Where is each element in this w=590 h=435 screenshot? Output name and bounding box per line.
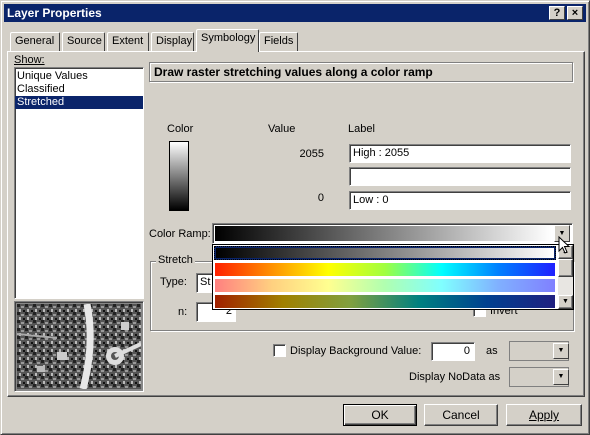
- color-ramp-select[interactable]: ▼: [212, 223, 573, 244]
- show-label: Show:: [14, 54, 45, 66]
- close-button[interactable]: ×: [567, 6, 583, 20]
- show-item-stretched[interactable]: Stretched: [15, 96, 143, 109]
- scroll-thumb[interactable]: [558, 259, 573, 277]
- value-column-header: Value: [268, 123, 296, 135]
- mid-label-field[interactable]: [349, 167, 571, 186]
- ok-button[interactable]: OK: [343, 404, 417, 426]
- scroll-down-icon[interactable]: ▼: [558, 295, 573, 309]
- show-list[interactable]: Unique Values Classified Stretched: [14, 67, 144, 299]
- tab-general[interactable]: General: [10, 32, 60, 51]
- show-item-unique-values[interactable]: Unique Values: [15, 70, 143, 83]
- type-label: Type:: [160, 276, 187, 288]
- title-bar: Layer Properties ? ×: [4, 4, 586, 22]
- background-value-field[interactable]: 0: [431, 342, 475, 361]
- display-background-checkbox[interactable]: [273, 344, 286, 357]
- tab-fields[interactable]: Fields: [259, 32, 298, 51]
- display-background-label: Display Background Value:: [290, 345, 422, 357]
- low-value: 0: [317, 192, 324, 204]
- color-ramp-label: Color Ramp:: [149, 228, 211, 240]
- selected-ramp-swatch: [215, 226, 552, 241]
- apply-button[interactable]: Apply: [506, 404, 582, 426]
- mouse-cursor-icon: [558, 236, 571, 254]
- show-item-classified[interactable]: Classified: [15, 83, 143, 96]
- tab-extent[interactable]: Extent: [107, 32, 149, 51]
- cancel-button[interactable]: Cancel: [424, 404, 498, 426]
- ramp-option-spectrum[interactable]: [215, 263, 555, 276]
- layer-properties-dialog: Layer Properties ? × General Source Exte…: [0, 0, 590, 435]
- symbology-panel: Show: Unique Values Classified Stretched: [7, 51, 585, 397]
- ramp-description: Draw raster stretching values along a co…: [149, 62, 573, 82]
- help-button[interactable]: ?: [549, 6, 565, 20]
- color-column-header: Color: [167, 123, 194, 135]
- tab-display[interactable]: Display: [151, 32, 194, 51]
- window-title: Layer Properties: [7, 6, 102, 20]
- color-gradient-swatch[interactable]: [169, 141, 189, 211]
- label-column-header: Label: [348, 123, 375, 135]
- n-label: n:: [178, 306, 188, 318]
- tab-source[interactable]: Source: [62, 32, 105, 51]
- color-ramp-dropdown[interactable]: ▲ ▼: [212, 244, 574, 310]
- ramp-option-earth[interactable]: [215, 295, 555, 308]
- high-value: 2055: [299, 148, 324, 160]
- preview-thumbnail: [14, 301, 144, 392]
- chevron-down-icon[interactable]: ▼: [553, 343, 569, 359]
- high-label-field[interactable]: High : 2055: [349, 144, 571, 163]
- chevron-down-icon[interactable]: ▼: [553, 369, 569, 385]
- background-color-select[interactable]: ▼: [509, 341, 569, 361]
- nodata-color-select[interactable]: ▼: [509, 367, 569, 387]
- ramp-option-black-white[interactable]: [214, 246, 556, 260]
- aerial-image: [16, 303, 142, 390]
- ramp-option-pastel[interactable]: [215, 279, 555, 292]
- nodata-label: Display NoData as: [409, 371, 501, 383]
- low-label-field[interactable]: Low : 0: [349, 191, 571, 210]
- as-label: as: [486, 345, 498, 357]
- tab-symbology[interactable]: Symbology: [196, 29, 259, 52]
- stretch-group-label: Stretch: [156, 254, 195, 266]
